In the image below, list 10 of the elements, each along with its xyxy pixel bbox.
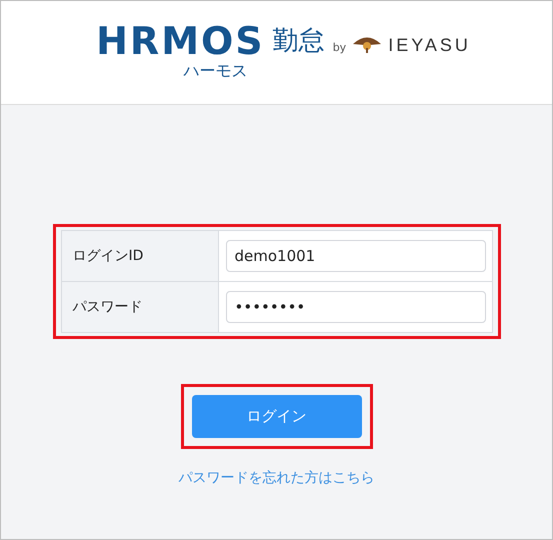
by-text: by: [332, 41, 346, 54]
field-label: パスワード: [62, 282, 218, 332]
logo-suffix: 勤怠: [272, 25, 325, 58]
input-field[interactable]: ••••••••: [226, 291, 486, 323]
fan-icon: [352, 35, 382, 53]
logo-kana: ハーモス: [183, 61, 248, 82]
input-field[interactable]: demo1001: [226, 240, 486, 272]
partner-name: IEYASU: [388, 35, 471, 56]
logo-text: HRMOS: [96, 21, 265, 61]
field-label: ログインID: [62, 231, 218, 281]
